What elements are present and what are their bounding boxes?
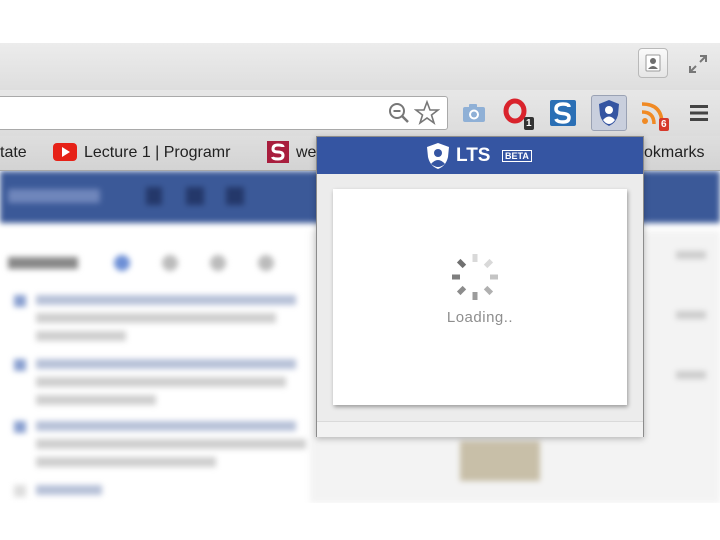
address-bar[interactable] [0, 96, 448, 130]
expand-icon [689, 55, 707, 73]
person-icon [645, 54, 661, 72]
lts-logo-icon [427, 143, 449, 169]
camera-extension-button[interactable] [459, 98, 489, 128]
loading-text: Loading.. [446, 309, 514, 326]
rss-badge: 6 [659, 118, 669, 131]
magnifier-minus-icon [389, 103, 409, 123]
profile-button[interactable] [638, 48, 668, 78]
lts-popup: LTS BETA Loading.. [316, 136, 644, 437]
title-bar [0, 43, 720, 90]
popup-footer [317, 421, 643, 437]
fullscreen-button[interactable] [684, 50, 712, 78]
chrome-menu-button[interactable] [687, 101, 711, 125]
opera-badge: 1 [524, 117, 534, 130]
lts-logo-text: LTS [456, 145, 491, 166]
s-logo-icon [550, 100, 576, 126]
beta-badge: BETA [502, 150, 532, 162]
bookmark-item[interactable]: we [296, 143, 316, 163]
bookmark-item[interactable]: Lecture 1 | Programr [84, 143, 246, 163]
star-icon [413, 99, 441, 126]
lts-shield-icon [599, 100, 619, 126]
zoom-button[interactable] [386, 100, 412, 126]
hamburger-menu-icon [690, 105, 708, 121]
bookmark-item[interactable]: tate [0, 143, 27, 163]
loading-card: Loading.. [333, 189, 627, 405]
lts-extension-button[interactable] [591, 95, 627, 131]
popup-header: LTS BETA [317, 137, 643, 174]
s-bookmark-icon [267, 141, 289, 163]
other-bookmarks-item[interactable]: okmarks [644, 143, 704, 163]
youtube-icon [53, 143, 77, 161]
loading-spinner-icon [452, 254, 498, 300]
bookmark-star-button[interactable] [413, 99, 441, 126]
s-extension-button[interactable] [548, 98, 578, 128]
camera-icon [463, 104, 485, 122]
